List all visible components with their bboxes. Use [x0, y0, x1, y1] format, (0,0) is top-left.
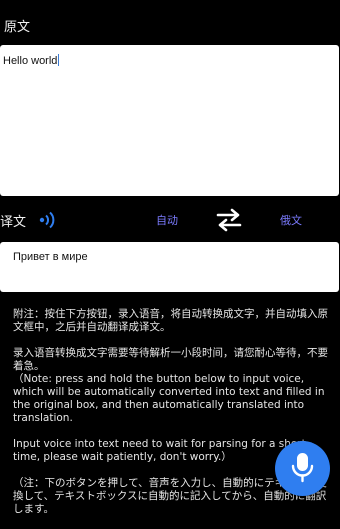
source-text-area[interactable]: Hello world — [0, 45, 339, 196]
text-caret — [58, 54, 60, 66]
target-label: 译文 — [0, 215, 27, 230]
swap-icon[interactable] — [214, 208, 244, 232]
source-text: Hello world — [3, 54, 60, 67]
speaker-icon[interactable] — [38, 211, 58, 229]
source-label: 原文 — [4, 20, 31, 35]
target-language-button[interactable]: 俄文 — [280, 212, 302, 228]
voice-input-button[interactable] — [275, 441, 330, 496]
note-paragraph-1: 附注：按住下方按钮，录入语音，将自动转换成文字，并自动填入原文框中，之后并自动翻… — [13, 308, 328, 333]
usage-notes: 附注：按住下方按钮，录入语音，将自动转换成文字，并自动填入原文框中，之后并自动翻… — [13, 308, 328, 529]
target-text-area[interactable]: Привет в мире — [0, 242, 339, 292]
note-paragraph-3: （Note: press and hold the button below t… — [13, 373, 325, 424]
microphone-icon — [291, 453, 314, 483]
translation-toolbar: 译文 自动 俄文 — [0, 200, 340, 240]
target-text: Привет в мире — [13, 251, 88, 263]
source-language-button[interactable]: 自动 — [156, 212, 178, 228]
note-paragraph-2: 录入语音转换成文字需要等待解析一小段时间，请您耐心等待，不要着急。 — [13, 347, 328, 372]
